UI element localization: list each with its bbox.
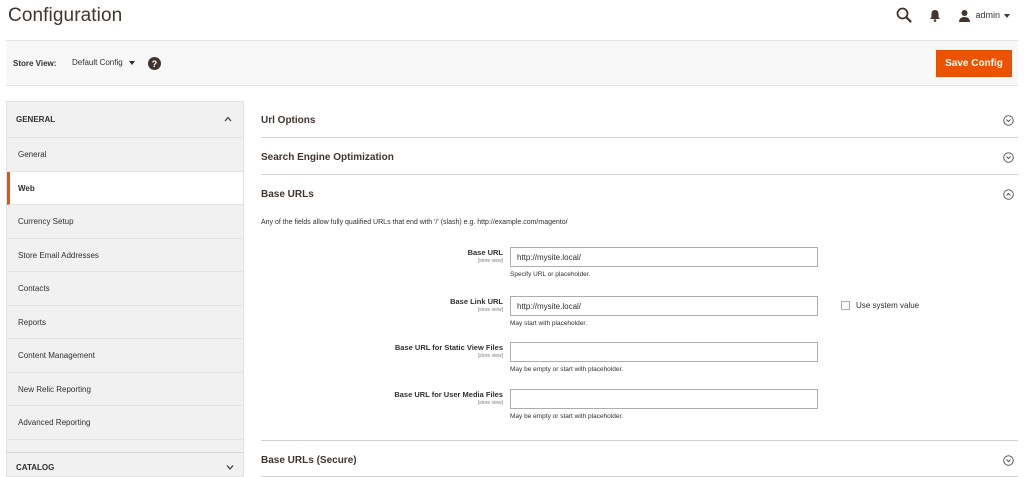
field-note: May start with placeholder. (510, 320, 587, 327)
section-title: Url Options (261, 115, 316, 126)
sidebar-item-contacts[interactable]: Contacts (7, 272, 243, 306)
store-view-bar: Store View: Default Config ? Save Config (6, 40, 1018, 86)
base-urls-description: Any of the fields allow fully qualified … (261, 219, 568, 226)
section-search-engine-optimization[interactable]: Search Engine Optimization (261, 138, 1018, 175)
store-view-selected: Default Config (72, 58, 123, 67)
store-view-label: Store View: (13, 59, 57, 68)
field-note: May be empty or start with placeholder. (510, 413, 624, 420)
user-icon (957, 8, 971, 22)
sidebar-item-advanced-reporting[interactable]: Advanced Reporting (7, 406, 243, 440)
collapse-icon (1003, 189, 1014, 200)
use-system-value-label: Use system value (856, 301, 920, 310)
sidebar-item-web[interactable]: Web (7, 171, 243, 205)
sidebar-section-title: CATALOG (16, 463, 55, 472)
checkbox-icon[interactable] (841, 301, 850, 310)
base-url-input[interactable] (510, 247, 818, 267)
save-config-button[interactable]: Save Config (936, 50, 1012, 77)
field-label: Base URL [store view] (467, 248, 503, 264)
sidebar-item-general[interactable]: General (7, 138, 243, 172)
admin-name: admin (975, 10, 1000, 20)
page-header: Configuration admin (0, 0, 1024, 40)
expand-icon (1003, 115, 1014, 126)
static-view-files-url-input[interactable] (510, 342, 818, 362)
field-note: Specify URL or placeholder. (510, 271, 591, 278)
config-sidebar: GENERAL General Web Currency Setup Store… (6, 101, 244, 477)
help-icon[interactable]: ? (148, 57, 161, 70)
section-title: Search Engine Optimization (261, 152, 394, 163)
sidebar-item-content-management[interactable]: Content Management (7, 339, 243, 373)
admin-user-menu[interactable]: admin (957, 8, 1010, 22)
sidebar-section-general[interactable]: GENERAL (7, 102, 243, 138)
sidebar-section-catalog[interactable]: CATALOG (7, 452, 243, 476)
chevron-down-icon (1004, 13, 1010, 18)
header-actions: admin (895, 6, 1010, 24)
sidebar-item-currency-setup[interactable]: Currency Setup (7, 205, 243, 239)
section-base-urls[interactable]: Base URLs (261, 175, 1018, 212)
sidebar-item-reports[interactable]: Reports (7, 306, 243, 339)
field-label: Base URL for Static View Files [store vi… (394, 343, 503, 359)
base-link-url-input[interactable] (510, 296, 818, 316)
field-label: Base Link URL [store view] (450, 297, 503, 313)
expand-icon (1003, 455, 1014, 466)
bell-icon[interactable] (927, 7, 943, 23)
field-note: May be empty or start with placeholder. (510, 366, 624, 373)
section-base-urls-secure[interactable]: Base URLs (Secure) (261, 440, 1018, 477)
use-system-value-checkbox[interactable]: Use system value (841, 301, 919, 310)
config-main: Url Options Search Engine Optimization B… (261, 101, 1018, 477)
page-title: Configuration (8, 5, 123, 26)
store-view-switcher[interactable]: Default Config (72, 58, 135, 67)
section-title: Base URLs (261, 189, 314, 200)
expand-icon (1003, 152, 1014, 163)
field-label: Base URL for User Media Files [store vie… (394, 390, 503, 406)
sidebar-item-new-relic-reporting[interactable]: New Relic Reporting (7, 373, 243, 406)
chevron-down-icon (226, 465, 234, 470)
chevron-up-icon (224, 116, 232, 122)
user-media-files-url-input[interactable] (510, 389, 818, 409)
sidebar-section-title: GENERAL (16, 115, 56, 124)
sidebar-item-store-email-addresses[interactable]: Store Email Addresses (7, 239, 243, 272)
chevron-down-icon (128, 61, 135, 65)
section-url-options[interactable]: Url Options (261, 101, 1018, 138)
search-icon[interactable] (895, 6, 913, 24)
section-title: Base URLs (Secure) (261, 455, 357, 466)
